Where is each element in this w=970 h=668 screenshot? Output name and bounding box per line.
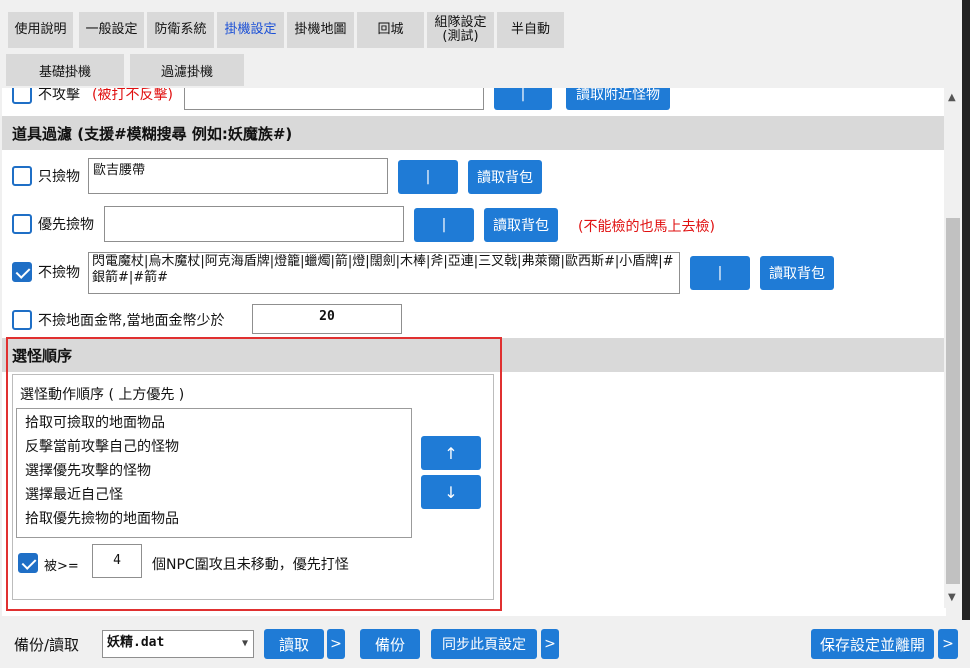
tab-general[interactable]: 一般設定 bbox=[79, 12, 145, 48]
no-pick-read-bag-button[interactable]: 讀取背包 bbox=[760, 256, 834, 290]
npc-siege-count-input[interactable]: 4 bbox=[92, 544, 142, 578]
no-attack-note: (被打不反擊) bbox=[92, 88, 173, 103]
subtab-basic-afk[interactable]: 基礎掛機 bbox=[6, 54, 124, 86]
move-down-button[interactable]: ↓ bbox=[421, 475, 481, 509]
read-more-button[interactable]: > bbox=[327, 629, 345, 659]
priority-pick-note: (不能檢的也馬上去檢) bbox=[578, 219, 715, 235]
save-more-button[interactable]: > bbox=[938, 629, 958, 659]
backup-file-select[interactable]: 妖精.dat ▼ bbox=[102, 630, 254, 658]
monster-order-header: 選怪順序 bbox=[2, 338, 946, 372]
only-pick-checkbox[interactable] bbox=[12, 166, 32, 186]
no-coin-checkbox[interactable] bbox=[12, 310, 32, 330]
priority-pick-checkbox[interactable] bbox=[12, 214, 32, 234]
no-coin-label: 不撿地面金幣,當地面金幣少於 bbox=[38, 313, 225, 329]
only-pick-input[interactable]: 歐吉腰帶 bbox=[88, 158, 388, 194]
only-pick-read-bag-button[interactable]: 讀取背包 bbox=[468, 160, 542, 194]
no-pick-input[interactable]: 閃電魔杖|烏木魔杖|阿克海盾牌|燈籠|蠟燭|箭|燈|闊劍|木棒|斧|亞連|三叉戟… bbox=[88, 252, 680, 294]
sync-page-settings-button[interactable]: 同步此頁設定 bbox=[431, 629, 537, 659]
move-up-button[interactable]: ↑ bbox=[421, 436, 481, 470]
bottom-bar: 備份/讀取 妖精.dat ▼ 讀取 > 備份 同步此頁設定 > 保存設定並離開 … bbox=[0, 620, 970, 668]
scroll-down-icon[interactable]: ▼ bbox=[948, 592, 956, 603]
no-attack-input[interactable] bbox=[184, 88, 484, 110]
no-pick-pipe-button[interactable]: | bbox=[690, 256, 750, 290]
backup-label: 備份/讀取 bbox=[14, 636, 80, 654]
list-item[interactable]: 選擇優先攻擊的怪物 bbox=[25, 459, 403, 483]
only-pick-label: 只撿物 bbox=[38, 169, 80, 185]
no-coin-threshold-input[interactable]: 20 bbox=[252, 304, 402, 334]
subtab-filter-afk[interactable]: 過濾掛機 bbox=[130, 54, 244, 86]
monster-order-group-label: 選怪動作順序 ( 上方優先 ) bbox=[20, 387, 185, 403]
npc-siege-suffix: 個NPC圍攻且未移動，優先打怪 bbox=[152, 557, 349, 573]
list-item[interactable]: 拾取優先撿物的地面物品 bbox=[25, 507, 403, 531]
priority-pick-label: 優先撿物 bbox=[38, 217, 94, 233]
settings-panel: 不攻擊 (被打不反擊) | 讀取附近怪物 道具過濾 (支援#模糊搜尋 例如:妖魔… bbox=[2, 88, 946, 616]
no-pick-label: 不撿物 bbox=[38, 265, 80, 281]
tab-party[interactable]: 組隊設定 (測試) bbox=[427, 12, 495, 48]
scroll-up-icon[interactable]: ▲ bbox=[948, 92, 956, 103]
tab-afk-settings[interactable]: 掛機設定 bbox=[217, 12, 285, 48]
sync-more-button[interactable]: > bbox=[541, 629, 559, 659]
vertical-scrollbar[interactable]: ▲ ▼ bbox=[944, 88, 962, 608]
only-pick-pipe-button[interactable]: | bbox=[398, 160, 458, 194]
tab-afk-map[interactable]: 掛機地圖 bbox=[287, 12, 355, 48]
list-item[interactable]: 選擇最近自己怪 bbox=[25, 483, 403, 507]
tab-return-town[interactable]: 回城 bbox=[357, 12, 425, 48]
no-attack-label: 不攻擊 bbox=[38, 88, 80, 103]
chevron-down-icon[interactable]: ▼ bbox=[242, 635, 248, 653]
npc-siege-checkbox[interactable] bbox=[18, 553, 38, 573]
main-tab-bar: 使用說明 一般設定 防衛系統 掛機設定 掛機地圖 回城 組隊設定 (測試) 半自… bbox=[0, 0, 970, 48]
no-pick-checkbox[interactable] bbox=[12, 262, 32, 282]
monster-order-list[interactable]: 拾取可撿取的地面物品 反擊當前攻擊自己的怪物 選擇優先攻擊的怪物 選擇最近自己怪… bbox=[16, 408, 412, 538]
list-item[interactable]: 拾取可撿取的地面物品 bbox=[25, 411, 403, 435]
item-filter-header: 道具過濾 (支援#模糊搜尋 例如:妖魔族#) bbox=[2, 116, 946, 150]
tab-semi-auto[interactable]: 半自動 bbox=[497, 12, 565, 48]
priority-pick-input[interactable] bbox=[104, 206, 404, 242]
priority-pick-pipe-button[interactable]: | bbox=[414, 208, 474, 242]
scroll-thumb[interactable] bbox=[946, 218, 960, 584]
no-attack-checkbox[interactable] bbox=[12, 88, 32, 104]
list-item[interactable]: 反擊當前攻擊自己的怪物 bbox=[25, 435, 403, 459]
read-backup-button[interactable]: 讀取 bbox=[264, 629, 324, 659]
save-and-exit-button[interactable]: 保存設定並離開 bbox=[811, 629, 934, 659]
npc-siege-prefix: 被>= bbox=[44, 559, 79, 574]
read-nearby-monsters-button[interactable]: 讀取附近怪物 bbox=[566, 88, 670, 110]
priority-pick-read-bag-button[interactable]: 讀取背包 bbox=[484, 208, 558, 242]
no-attack-pipe-button[interactable]: | bbox=[494, 88, 552, 110]
tab-usage[interactable]: 使用說明 bbox=[8, 12, 74, 48]
backup-file-value: 妖精.dat bbox=[107, 635, 165, 650]
backup-button[interactable]: 備份 bbox=[360, 629, 420, 659]
window-edge bbox=[962, 0, 970, 620]
tab-defense[interactable]: 防衛系統 bbox=[147, 12, 215, 48]
